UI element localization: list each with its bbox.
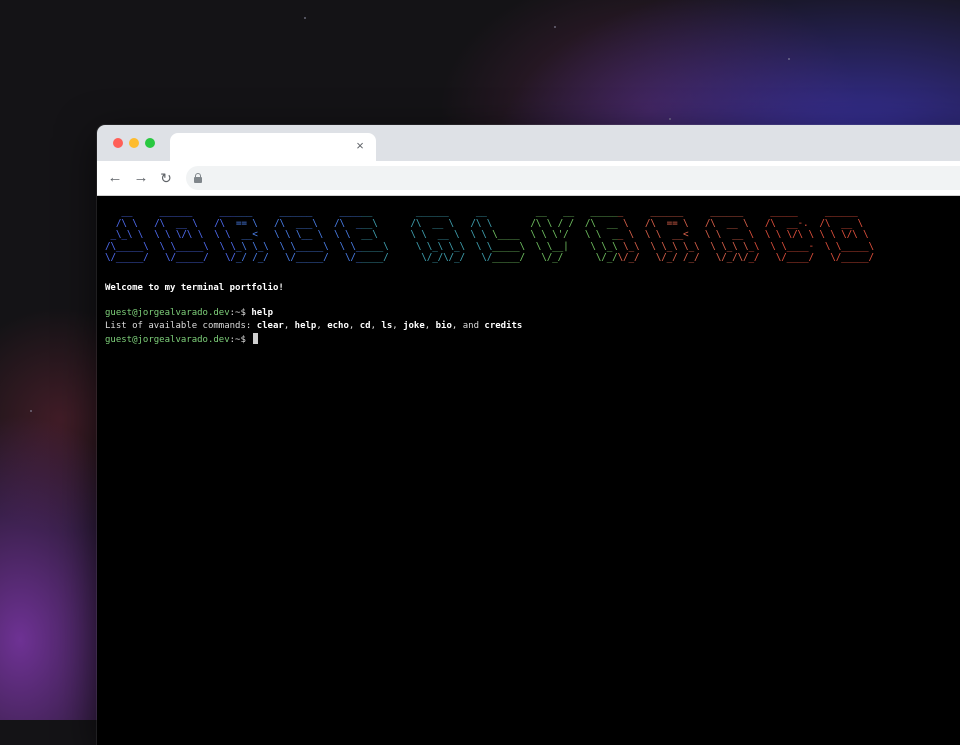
star-dot xyxy=(304,17,306,19)
back-icon[interactable]: ← xyxy=(106,169,124,187)
prompt-user: guest@jorgealvarado.dev xyxy=(105,308,230,318)
commands-list: clear, help, echo, cd, ls, joke, bio, an… xyxy=(256,321,523,331)
text-cursor[interactable] xyxy=(253,333,259,344)
output-prefix: List of available commands: xyxy=(105,321,257,331)
command-name: credits xyxy=(484,321,523,331)
window-minimize-button[interactable] xyxy=(129,138,139,148)
active-prompt-line[interactable]: guest@jorgealvarado.dev:~$ xyxy=(105,333,960,347)
banner-row: /\ \ /\ __ \ /\ == \ /\ ___\ /\ ___\ /\ … xyxy=(115,217,863,229)
window-maximize-button[interactable] xyxy=(145,138,155,148)
browser-tab[interactable]: × xyxy=(170,133,376,161)
banner-row: _\_\ \ \ \ \/\ \ \ \ __< \ \ \__ \ \ \ _… xyxy=(110,229,869,241)
banner-row: /\_____\ \ \_____\ \ \_\ \_\ \ \_____\ \… xyxy=(105,240,874,252)
ascii-banner: __ ______ ______ ______ ______ ______ __… xyxy=(105,206,960,268)
command-name: bio xyxy=(435,321,452,331)
command-name: help xyxy=(294,321,317,331)
prompt-symbol: :~$ xyxy=(229,335,252,345)
welcome-message: Welcome to my terminal portfolio! xyxy=(105,283,284,293)
command-name: joke xyxy=(403,321,425,331)
star-dot xyxy=(669,118,671,120)
tab-bar: × xyxy=(97,125,960,161)
star-dot xyxy=(788,58,790,60)
tab-close-icon[interactable]: × xyxy=(352,138,368,154)
command-name: echo xyxy=(327,321,349,331)
star-dot xyxy=(554,26,556,28)
prompt-line: guest@jorgealvarado.dev:~$ help xyxy=(105,307,960,320)
banner-row: \/_____/ \/_____/ \/_/ /_/ \/_____/ \/__… xyxy=(105,252,874,264)
browser-toolbar: ← → ↻ xyxy=(97,161,960,196)
entered-command: help xyxy=(251,308,273,318)
lock-icon xyxy=(194,173,202,183)
command-name: cd xyxy=(359,321,371,331)
prompt-symbol: :~$ xyxy=(229,308,252,318)
forward-icon[interactable]: → xyxy=(132,169,150,187)
command-name: clear xyxy=(256,321,284,331)
command-output: List of available commands: clear, help,… xyxy=(105,320,960,333)
prompt-user: guest@jorgealvarado.dev xyxy=(105,335,230,345)
star-dot xyxy=(30,410,32,412)
terminal-screen[interactable]: __ ______ ______ ______ ______ ______ __… xyxy=(97,196,960,745)
window-close-button[interactable] xyxy=(113,138,123,148)
browser-window: × ← → ↻ __ ______ ______ ______ ______ _… xyxy=(97,125,960,745)
banner-row: __ ______ ______ ______ ______ ______ __… xyxy=(121,206,858,217)
address-bar[interactable] xyxy=(186,166,960,190)
command-name: ls xyxy=(381,321,393,331)
reload-icon[interactable]: ↻ xyxy=(157,169,175,187)
